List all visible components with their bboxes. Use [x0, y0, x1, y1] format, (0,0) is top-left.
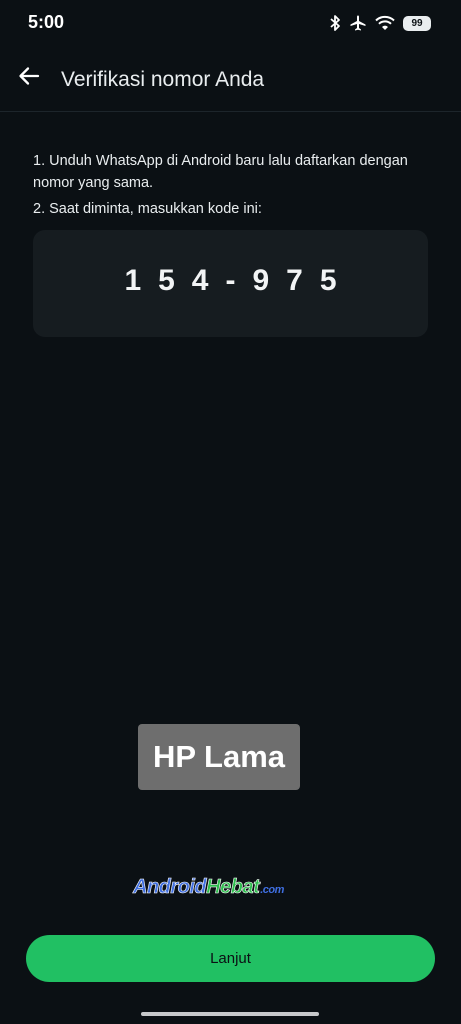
continue-button[interactable]: Lanjut: [26, 935, 435, 982]
instructions: 1. Unduh WhatsApp di Android baru lalu d…: [33, 150, 433, 220]
watermark-part-1: Android: [133, 876, 207, 899]
watermark-part-2: Hebat: [206, 876, 260, 899]
arrow-left-icon: [18, 66, 40, 91]
status-bar: 5:00 99: [0, 0, 461, 46]
watermark-logo: Android Hebat .com: [133, 876, 285, 904]
watermark-part-3: .com: [260, 884, 284, 896]
screen: 5:00 99 Verifikasi nomor Anda 1. Unduh W…: [0, 0, 461, 1024]
airplane-icon: [349, 14, 367, 32]
status-icons: 99: [329, 12, 431, 34]
status-time: 5:00: [28, 12, 65, 32]
page-title: Verifikasi nomor Anda: [61, 68, 265, 91]
wifi-icon: [375, 15, 395, 31]
back-button[interactable]: [14, 63, 44, 93]
verification-code: 154-975: [124, 263, 354, 297]
app-bar: Verifikasi nomor Anda: [0, 46, 461, 112]
instruction-step-1: 1. Unduh WhatsApp di Android baru lalu d…: [33, 153, 408, 191]
gesture-nav-handle[interactable]: [141, 1012, 319, 1016]
overlay-label: HP Lama: [138, 724, 300, 790]
bluetooth-icon: [329, 14, 341, 32]
battery-icon: 99: [403, 15, 431, 31]
instruction-step-2: 2. Saat diminta, masukkan kode ini:: [33, 201, 262, 217]
verification-code-card: 154-975: [33, 230, 428, 337]
